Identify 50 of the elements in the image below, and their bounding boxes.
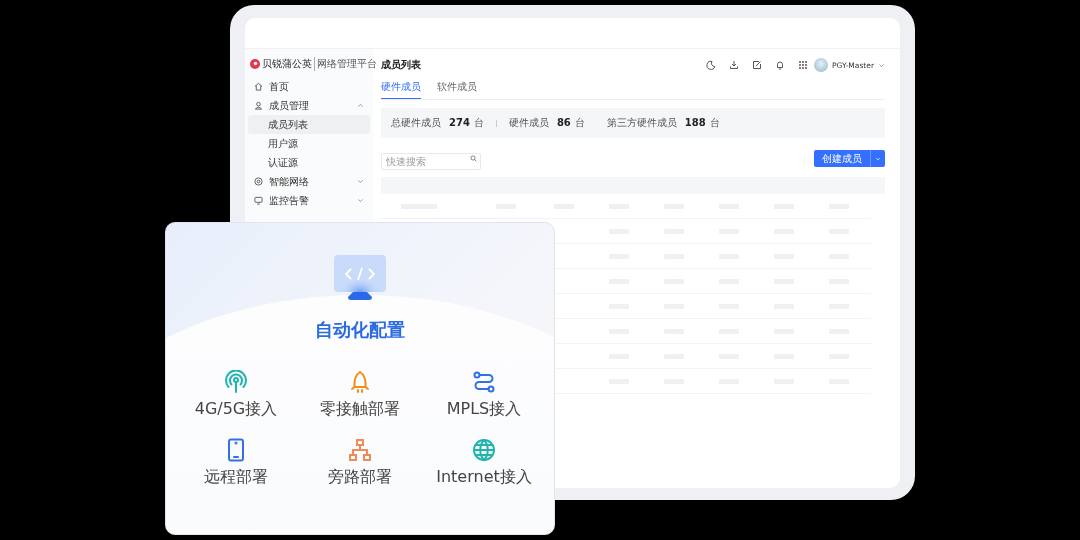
chevron-icon	[357, 102, 364, 109]
monitor-icon	[254, 196, 263, 205]
feature-label: MPLS接入	[446, 399, 522, 420]
stat-value: 274	[449, 117, 470, 128]
moon-icon[interactable]	[706, 60, 716, 70]
sidebar-item[interactable]: 监控告警	[248, 191, 370, 210]
page-title: 成员列表	[381, 58, 421, 72]
feature-label: 远程部署	[204, 467, 268, 488]
network-icon	[254, 177, 263, 186]
sidebar-item[interactable]: 首页	[248, 77, 370, 96]
globe-icon	[472, 438, 496, 462]
stat-unit: 台	[709, 116, 720, 130]
logo-icon	[250, 59, 260, 69]
antenna-icon	[224, 370, 248, 394]
stat-value: 188	[684, 117, 706, 128]
network-tree-icon	[348, 438, 372, 462]
bell-icon[interactable]	[775, 60, 785, 70]
rocket-icon	[348, 370, 372, 394]
chevron-icon	[357, 178, 364, 185]
chevron-icon	[357, 197, 364, 204]
stat-value: 86	[556, 117, 571, 128]
route-icon	[472, 370, 496, 394]
tab[interactable]: 硬件成员	[381, 77, 421, 99]
stat-unit: 台	[473, 116, 484, 130]
feature-label: 旁路部署	[328, 467, 392, 488]
feature-label: 零接触部署	[320, 399, 400, 420]
brand-name: 贝锐蒲公英	[262, 57, 312, 71]
user-icon	[254, 101, 263, 110]
stat-label: 总硬件成员	[391, 116, 441, 130]
brand-subtitle: 网络管理平台	[314, 57, 377, 71]
feature-label: 4G/5G接入	[194, 399, 278, 420]
edit-icon[interactable]	[752, 60, 762, 70]
chevron-icon	[878, 61, 885, 69]
search-field[interactable]: 快速搜索	[381, 153, 481, 170]
sidebar-item[interactable]: 智能网络	[248, 172, 370, 191]
search-icon	[470, 155, 477, 162]
stat-label: 硬件成员	[508, 116, 549, 130]
tab[interactable]: 软件成员	[437, 77, 477, 99]
home-icon	[254, 82, 263, 91]
sidebar-subitem[interactable]: 认证源	[248, 153, 370, 172]
sidebar-subitem[interactable]: 成员列表	[248, 115, 370, 134]
stat-label: 第三方硬件成员	[606, 116, 677, 130]
caret-icon	[875, 155, 881, 162]
download-icon[interactable]	[729, 60, 739, 70]
feature-label: Internet接入	[436, 467, 532, 488]
card-title: 自动化配置	[315, 318, 405, 342]
sidebar-subitem[interactable]: 用户源	[248, 134, 370, 153]
sidebar-item[interactable]: 成员管理	[248, 96, 370, 115]
stat-unit: 台	[574, 116, 585, 130]
grid-icon[interactable]	[798, 60, 808, 70]
